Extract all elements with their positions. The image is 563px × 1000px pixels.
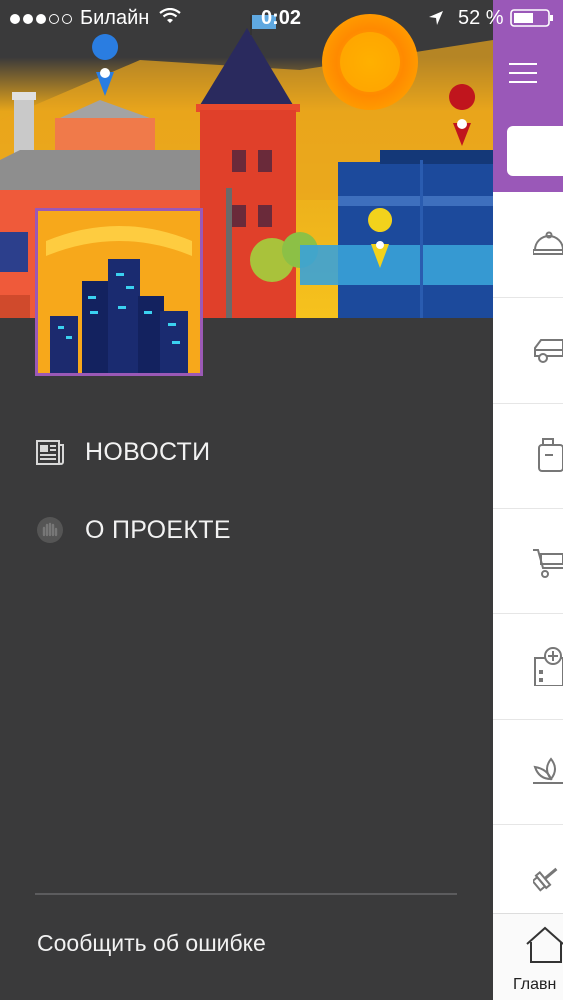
report-error-link[interactable]: Сообщить об ошибке [37, 930, 266, 957]
carrier-info: Билайн [10, 7, 181, 30]
category-spa[interactable] [493, 719, 563, 825]
restaurant-icon [533, 231, 563, 255]
status-bar: Билайн 0:02 52 % [0, 0, 563, 36]
spa-lotus-icon [533, 757, 563, 784]
battery-percent: 52 % [458, 7, 504, 29]
carrier-name: Билайн [80, 7, 150, 29]
fitness-icon [533, 867, 558, 892]
main-content-panel: Главн [493, 0, 563, 1000]
app-logo [35, 208, 203, 376]
category-restaurant[interactable] [493, 192, 563, 298]
menu-item-news-label: НОВОСТИ [85, 437, 211, 466]
home-icon [526, 926, 563, 963]
signal-strength-icon [10, 13, 72, 24]
drawer-divider [35, 893, 457, 895]
wifi-icon [159, 7, 181, 30]
category-car[interactable] [493, 298, 563, 404]
location-arrow-icon [428, 9, 444, 32]
category-luggage[interactable] [493, 403, 563, 509]
bottom-tab-bar: Главн [493, 913, 563, 1000]
hamburger-menu-icon[interactable] [509, 63, 537, 85]
status-time: 0:02 [261, 7, 302, 29]
shopping-cart-icon [533, 549, 563, 578]
tab-home[interactable]: Главн [493, 914, 563, 1000]
menu-item-news[interactable]: НОВОСТИ [0, 422, 493, 482]
car-icon [534, 339, 563, 363]
battery-icon [510, 9, 554, 33]
search-input[interactable] [507, 126, 563, 176]
navigation-drawer: НОВОСТИ О ПРОЕКТЕ Сообщить об ошибке [0, 0, 493, 1000]
hand-icon [35, 515, 65, 545]
luggage-icon [538, 438, 563, 472]
menu-item-about-label: О ПРОЕКТЕ [85, 515, 231, 544]
hospital-icon [534, 647, 563, 686]
tab-home-label: Главн [513, 976, 557, 993]
category-hospital[interactable] [493, 614, 563, 720]
newspaper-icon [35, 437, 65, 467]
category-shopping[interactable] [493, 508, 563, 614]
menu-item-about[interactable]: О ПРОЕКТЕ [0, 500, 493, 560]
